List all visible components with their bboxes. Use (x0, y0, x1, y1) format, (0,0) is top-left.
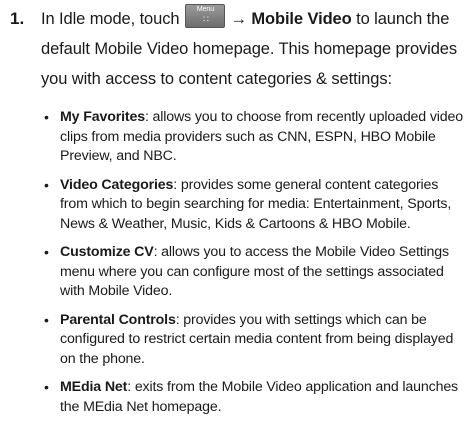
bullet-icon: • (44, 244, 49, 260)
option-term: My Favorites (60, 109, 145, 125)
arrow-glyph: → (230, 10, 247, 28)
menu-grid-icon: ∷ (203, 14, 209, 24)
list-item-video-categories: • Video Categories: provides some general… (40, 176, 468, 235)
option-term: Parental Controls (60, 311, 176, 328)
menu-key-icon: Menu ∷ (185, 4, 226, 28)
step-intro-text: In Idle mode, touch (41, 10, 180, 28)
list-item-my-favorites: • My Favorites: allows you to choose from… (40, 108, 468, 167)
menu-key-label: Menu (196, 6, 215, 13)
option-term: Customize CV (60, 244, 154, 260)
list-item-media-net: • MEdia Net: exits from the Mobile Video … (40, 378, 468, 417)
bullet-icon: • (44, 311, 49, 328)
mobile-video-label: Mobile Video (251, 10, 352, 28)
bullet-icon: • (44, 379, 49, 395)
option-term: MEdia Net (60, 379, 128, 395)
list-item-customize-cv: • Customize CV: allows you to access the … (40, 243, 468, 302)
bullet-icon: • (44, 109, 49, 125)
step-text: In Idle mode, touch Menu ∷ → Mobile Video t… (41, 4, 463, 94)
option-term: Video Categories (60, 176, 174, 193)
bullet-icon: • (44, 176, 49, 193)
list-item-parental-controls: • Parental Controls: provides you with se… (40, 311, 468, 370)
option-list: • My Favorites: allows you to choose from… (40, 108, 468, 426)
step-number: 1. (10, 9, 25, 28)
